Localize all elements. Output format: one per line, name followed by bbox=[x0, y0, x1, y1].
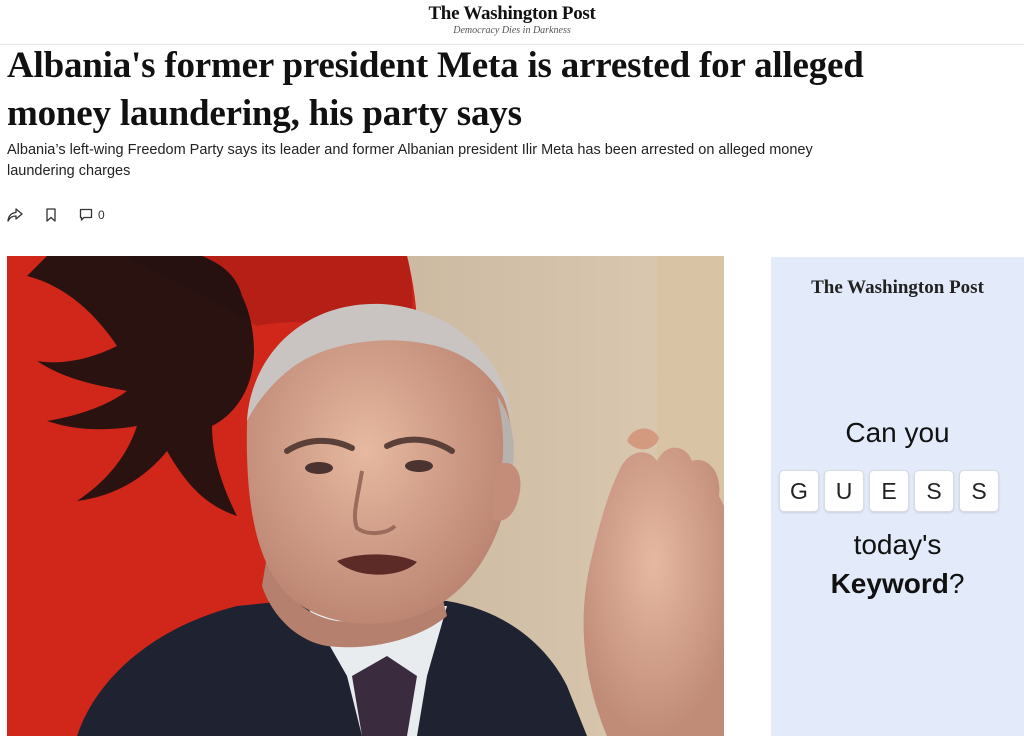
letter-tile: E bbox=[869, 470, 909, 512]
guess-letter-tiles: G U E S S bbox=[779, 470, 999, 512]
comments-button[interactable]: 0 bbox=[79, 208, 105, 222]
ad-text-can-you: Can you bbox=[845, 417, 950, 448]
ad-text-todays: today's bbox=[853, 529, 942, 560]
masthead: The Washington Post Democracy Dies in Da… bbox=[0, 0, 1024, 45]
keyword-game-ad[interactable]: The Washington Post Can you G U E S S to… bbox=[771, 257, 1024, 736]
share-button[interactable] bbox=[7, 208, 23, 222]
ad-text-keyword: Keyword? bbox=[771, 568, 1024, 600]
masthead-tagline: Democracy Dies in Darkness bbox=[453, 25, 571, 36]
ad-question-mark: ? bbox=[948, 568, 965, 599]
ad-keyword-bold: Keyword bbox=[830, 568, 949, 599]
article-dek: Albania’s left-wing Freedom Party says i… bbox=[7, 142, 813, 179]
letter-tile: U bbox=[824, 470, 864, 512]
washington-post-logo[interactable]: The Washington Post bbox=[0, 3, 1024, 25]
comment-count: 0 bbox=[98, 208, 105, 222]
bookmark-icon bbox=[46, 208, 56, 222]
ad-washington-post-logo: The Washington Post bbox=[811, 277, 984, 298]
article-headline: Albania's former president Meta is arres… bbox=[7, 45, 864, 134]
letter-tile: S bbox=[959, 470, 999, 512]
article-actions: 0 bbox=[7, 206, 127, 224]
letter-tile: S bbox=[914, 470, 954, 512]
letter-tile: G bbox=[779, 470, 819, 512]
bookmark-button[interactable] bbox=[45, 208, 57, 222]
article-photo[interactable] bbox=[7, 256, 724, 736]
photo-illustration bbox=[7, 256, 724, 736]
share-icon bbox=[7, 208, 23, 222]
comment-icon bbox=[79, 208, 93, 221]
